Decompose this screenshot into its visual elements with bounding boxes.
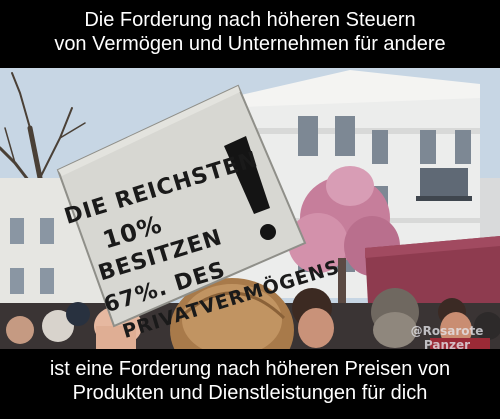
meme-image: Die Forderung nach höheren Steuern von V… [0,0,500,419]
watermark: @Rosarote Panzer [402,324,492,349]
bottom-caption-line-2: Produkten und Dienstleistungen für dich [72,382,428,404]
protest-photo: DIE REICHSTEN 10% BESITZEN 67%. DES PRIV… [0,68,500,349]
watermark-handle: @Rosarote [410,324,484,338]
top-caption: Die Forderung nach höheren Steuern von V… [0,8,500,56]
bottom-caption: ist eine Forderung nach höheren Preisen … [0,357,500,405]
top-caption-line-1: Die Forderung nach höheren Steuern [84,9,416,31]
photo-scene [0,68,500,349]
bottom-caption-line-1: ist eine Forderung nach höheren Preisen … [49,358,451,380]
watermark-name: Panzer [423,338,471,349]
top-caption-line-2: von Vermögen und Unternehmen für andere [54,33,446,55]
